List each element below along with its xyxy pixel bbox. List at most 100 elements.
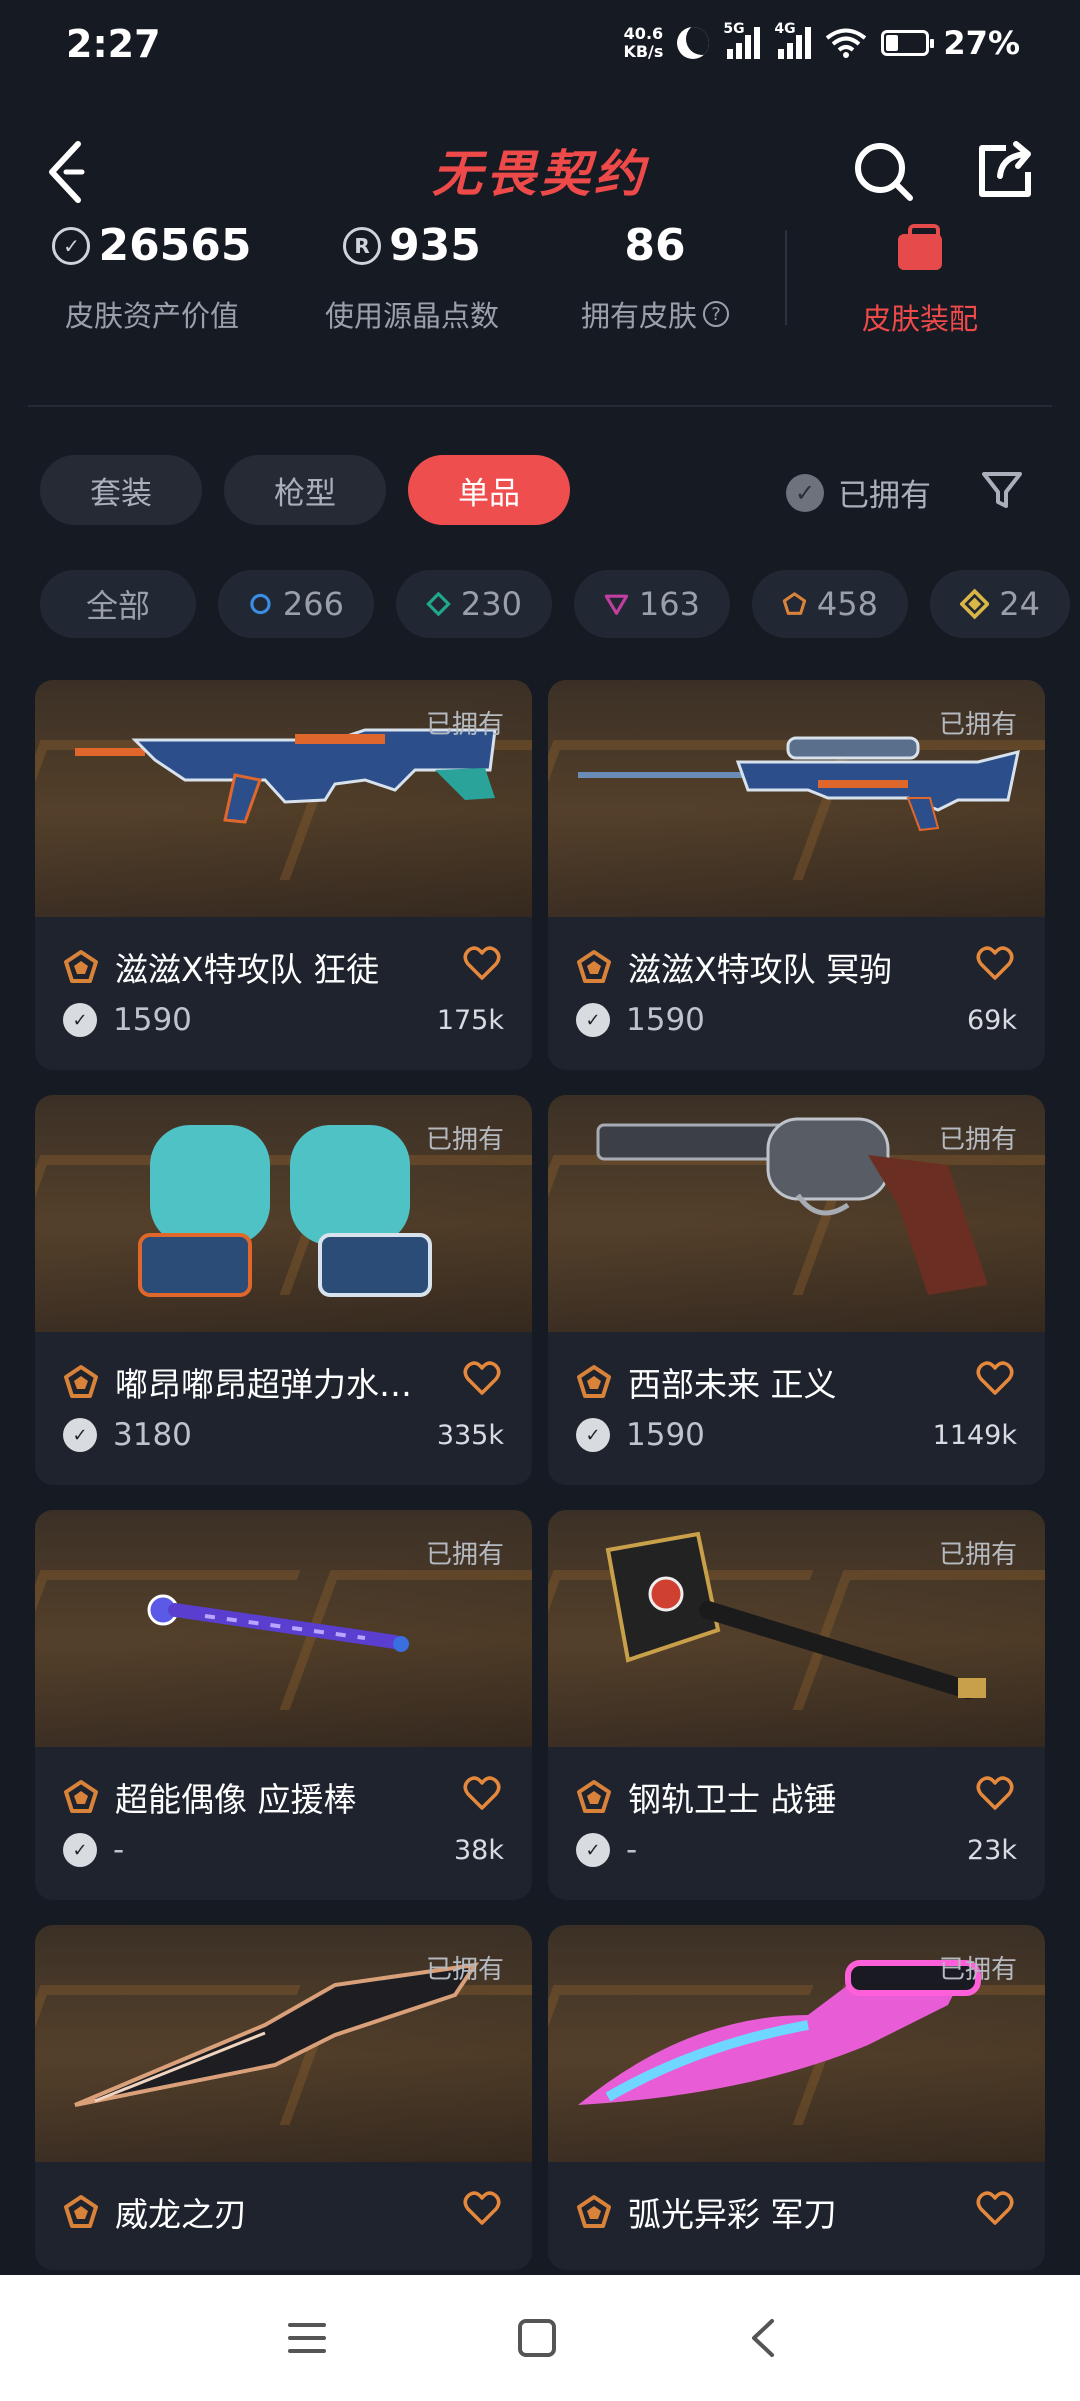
favorite-heart-icon[interactable] — [462, 944, 502, 984]
like-count: 69k — [967, 1005, 1017, 1036]
tab-single-items[interactable]: 单品 — [408, 455, 570, 525]
network-speed: 40.6 KB/s — [623, 25, 663, 61]
skin-card[interactable]: 已拥有 钢轨卫士 战锤 ✓ - 23k — [548, 1510, 1045, 1900]
wifi-icon — [826, 28, 867, 58]
chip-premium-tier[interactable]: 163 — [574, 570, 730, 638]
share-icon[interactable] — [972, 138, 1038, 204]
owned-tag: 已拥有 — [938, 1125, 1017, 1155]
skin-name: 钢轨卫士 战锤 — [576, 1773, 976, 1821]
vp-icon: ✓ — [576, 1833, 610, 1867]
exclusive-tier-icon — [64, 1780, 98, 1813]
price-value: 1590 — [113, 1002, 192, 1038]
premium-tier-icon — [604, 594, 629, 615]
favorite-heart-icon[interactable] — [975, 2189, 1015, 2229]
skin-card[interactable]: 已拥有 滋滋X特攻队 狂徒 ✓ 1590 175k — [35, 680, 532, 1070]
do-not-disturb-icon — [677, 27, 710, 59]
like-count: 1149k — [932, 1420, 1017, 1451]
skin-price: ✓ 3180 — [63, 1417, 192, 1453]
exclusive-tier-icon — [64, 1365, 98, 1398]
favorite-heart-icon[interactable] — [975, 944, 1015, 984]
price-value: - — [626, 1832, 638, 1868]
skin-price: ✓ 1590 — [576, 1417, 705, 1453]
skin-card[interactable]: 已拥有 弧光异彩 军刀 — [548, 1925, 1045, 2270]
skin-name: 西部未来 正义 — [576, 1358, 976, 1406]
chip-ultra-tier[interactable]: 24 — [930, 570, 1070, 638]
chip-count: 230 — [460, 585, 522, 623]
radianite-icon: R — [343, 226, 382, 265]
stats-panel: ✓ 26565 皮肤资产价值 R 935 使用源晶点数 86 拥有皮肤? 皮肤装配 — [0, 220, 1080, 405]
tab-bundles[interactable]: 套装 — [40, 455, 202, 525]
back-nav-icon[interactable] — [740, 2313, 790, 2363]
tier-filter-chips: 全部 266 230 163 458 24 — [40, 570, 1070, 638]
owned-tag: 已拥有 — [425, 710, 504, 740]
price-value: 1590 — [626, 1002, 705, 1038]
favorite-heart-icon[interactable] — [462, 1774, 502, 1814]
favorite-heart-icon[interactable] — [975, 1774, 1015, 1814]
owned-tag: 已拥有 — [425, 1125, 504, 1155]
owned-tag: 已拥有 — [938, 710, 1017, 740]
signal-4g-icon: 4G — [774, 21, 812, 59]
home-square-icon[interactable] — [512, 2313, 562, 2363]
tab-weapon-type[interactable]: 枪型 — [224, 455, 386, 525]
asset-value-label: 皮肤资产价值 — [64, 299, 239, 333]
stats-divider — [785, 230, 787, 325]
skin-name: 嘟昂嘟昂超弹力水… — [63, 1358, 463, 1406]
skin-name: 滋滋X特攻队 冥驹 — [576, 943, 976, 991]
favorite-heart-icon[interactable] — [462, 1359, 502, 1399]
search-icon[interactable] — [850, 138, 916, 204]
skin-card[interactable]: 已拥有 威龙之刃 — [35, 1925, 532, 2270]
skin-loadout-label: 皮肤装配 — [861, 302, 978, 336]
owned-filter-toggle[interactable]: ✓ 已拥有 — [786, 470, 931, 515]
vp-icon: ✓ — [63, 1418, 97, 1452]
skin-name: 滋滋X特攻队 狂徒 — [63, 943, 463, 991]
signal-5g-label: 5G — [723, 21, 745, 37]
chip-select-tier[interactable]: 266 — [218, 570, 374, 638]
chip-count: 266 — [282, 585, 344, 623]
exclusive-tier-icon — [577, 1365, 611, 1398]
favorite-heart-icon[interactable] — [975, 1359, 1015, 1399]
radianite-label: 使用源晶点数 — [324, 299, 499, 333]
skin-price: ✓ 1590 — [63, 1002, 192, 1038]
help-icon[interactable]: ? — [703, 301, 729, 327]
owned-tag: 已拥有 — [938, 1955, 1017, 1985]
skin-card[interactable]: 已拥有 西部未来 正义 ✓ 1590 1149k — [548, 1095, 1045, 1485]
skin-name-text: 滋滋X特攻队 狂徒 — [115, 950, 380, 989]
exclusive-tier-icon — [577, 1780, 611, 1813]
skin-name-text: 弧光异彩 军刀 — [628, 2195, 837, 2234]
favorite-heart-icon[interactable] — [462, 2189, 502, 2229]
chip-count: 163 — [638, 585, 700, 623]
like-count: 23k — [967, 1835, 1017, 1866]
net-speed-value: 40.6 — [623, 24, 664, 43]
app-header: 无畏契约 — [0, 110, 1080, 230]
chip-deluxe-tier[interactable]: 230 — [396, 570, 552, 638]
chip-count: 458 — [816, 585, 878, 623]
skin-card[interactable]: 已拥有 超能偶像 应援棒 ✓ - 38k — [35, 1510, 532, 1900]
radianite-stat: R 935 使用源晶点数 — [312, 220, 512, 335]
loadout-icon — [898, 224, 942, 270]
asset-value: 26565 — [98, 220, 252, 271]
skin-card[interactable]: 已拥有 滋滋X特攻队 冥驹 ✓ 1590 69k — [548, 680, 1045, 1070]
price-value: 1590 — [626, 1417, 705, 1453]
status-icons: 40.6 KB/s 5G 4G 27% — [623, 21, 1020, 62]
exclusive-tier-icon — [577, 2195, 611, 2228]
select-tier-icon — [250, 593, 271, 615]
owned-skins-value: 86 — [624, 220, 686, 271]
radianite-value: 935 — [389, 220, 481, 271]
chip-exclusive-tier[interactable]: 458 — [752, 570, 908, 638]
divider — [28, 405, 1052, 407]
skin-loadout-button[interactable]: 皮肤装配 — [840, 220, 1000, 338]
price-value: 3180 — [113, 1417, 192, 1453]
system-nav-bar — [0, 2275, 1080, 2401]
menu-icon[interactable] — [282, 2313, 332, 2363]
filter-icon[interactable] — [978, 466, 1026, 514]
skin-card[interactable]: 已拥有 嘟昂嘟昂超弹力水… ✓ 3180 335k — [35, 1095, 532, 1485]
skin-name-text: 钢轨卫士 战锤 — [628, 1780, 837, 1819]
chip-all[interactable]: 全部 — [40, 570, 196, 638]
like-count: 175k — [436, 1005, 504, 1036]
asset-value-stat: ✓ 26565 皮肤资产价值 — [52, 220, 252, 335]
skin-name: 弧光异彩 军刀 — [576, 2188, 976, 2236]
owned-tag: 已拥有 — [425, 1540, 504, 1570]
like-count: 38k — [454, 1835, 504, 1866]
exclusive-tier-icon — [782, 592, 807, 615]
owned-tag: 已拥有 — [938, 1540, 1017, 1570]
